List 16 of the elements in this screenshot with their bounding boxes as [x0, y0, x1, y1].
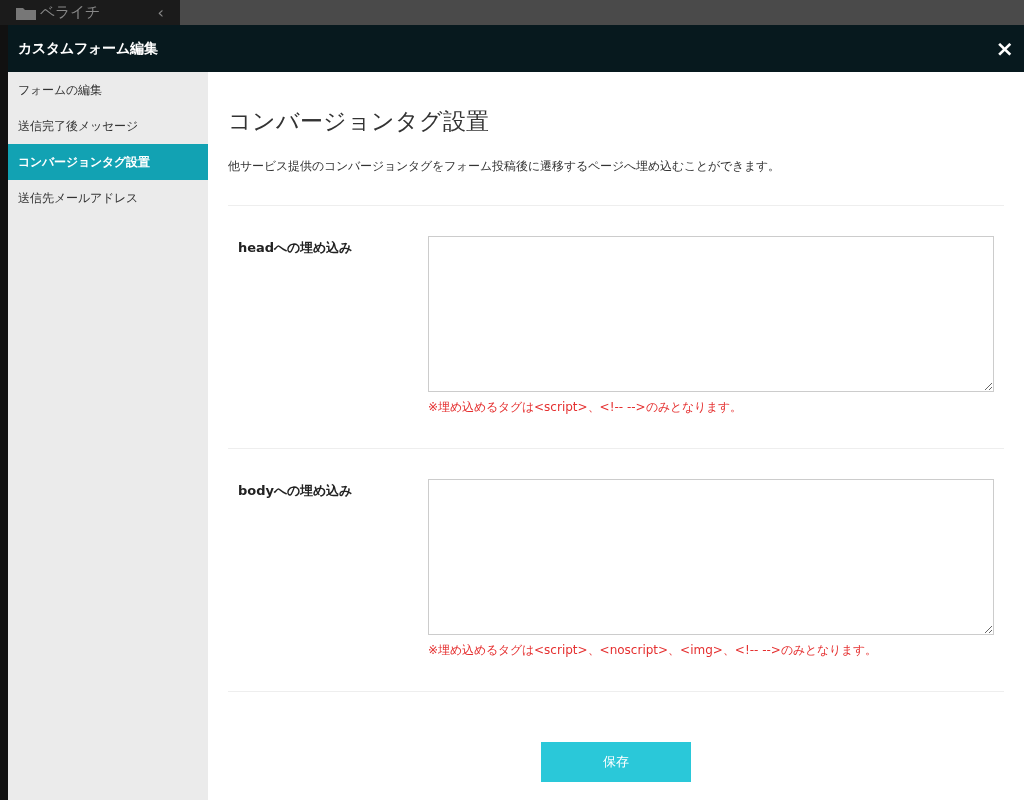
description: 他サービス提供のコンバージョンタグをフォーム投稿後に遷移するページへ埋め込むことができます。	[228, 156, 1004, 206]
allowed-tags-note: ※埋め込めるタグは<script>、<noscript>、<img>、<!-- -->のみとなります。	[428, 641, 878, 659]
field-label: bodyへの埋め込み	[238, 481, 354, 500]
modal-title: カスタムフォーム編集	[18, 39, 158, 58]
sidebar-item[interactable]: 送信先メールアドレス	[8, 180, 208, 216]
page-heading: コンバージョンタグ設置	[228, 107, 490, 136]
folder-icon	[16, 5, 36, 20]
code-textarea[interactable]	[428, 478, 994, 635]
sidebar-item[interactable]: フォームの編集	[8, 72, 208, 108]
allowed-tags-note: ※埋め込めるタグは<script>、<!-- -->のみとなります。	[428, 398, 743, 416]
sidebar-item[interactable]: 送信完了後メッセージ	[8, 108, 208, 144]
app-logo: ベライチ	[40, 5, 100, 20]
code-textarea[interactable]	[428, 235, 994, 392]
close-button[interactable]: ×	[995, 37, 1014, 60]
field-label: headへの埋め込み	[238, 238, 354, 257]
collapse-toggle[interactable]: ‹	[157, 4, 164, 21]
